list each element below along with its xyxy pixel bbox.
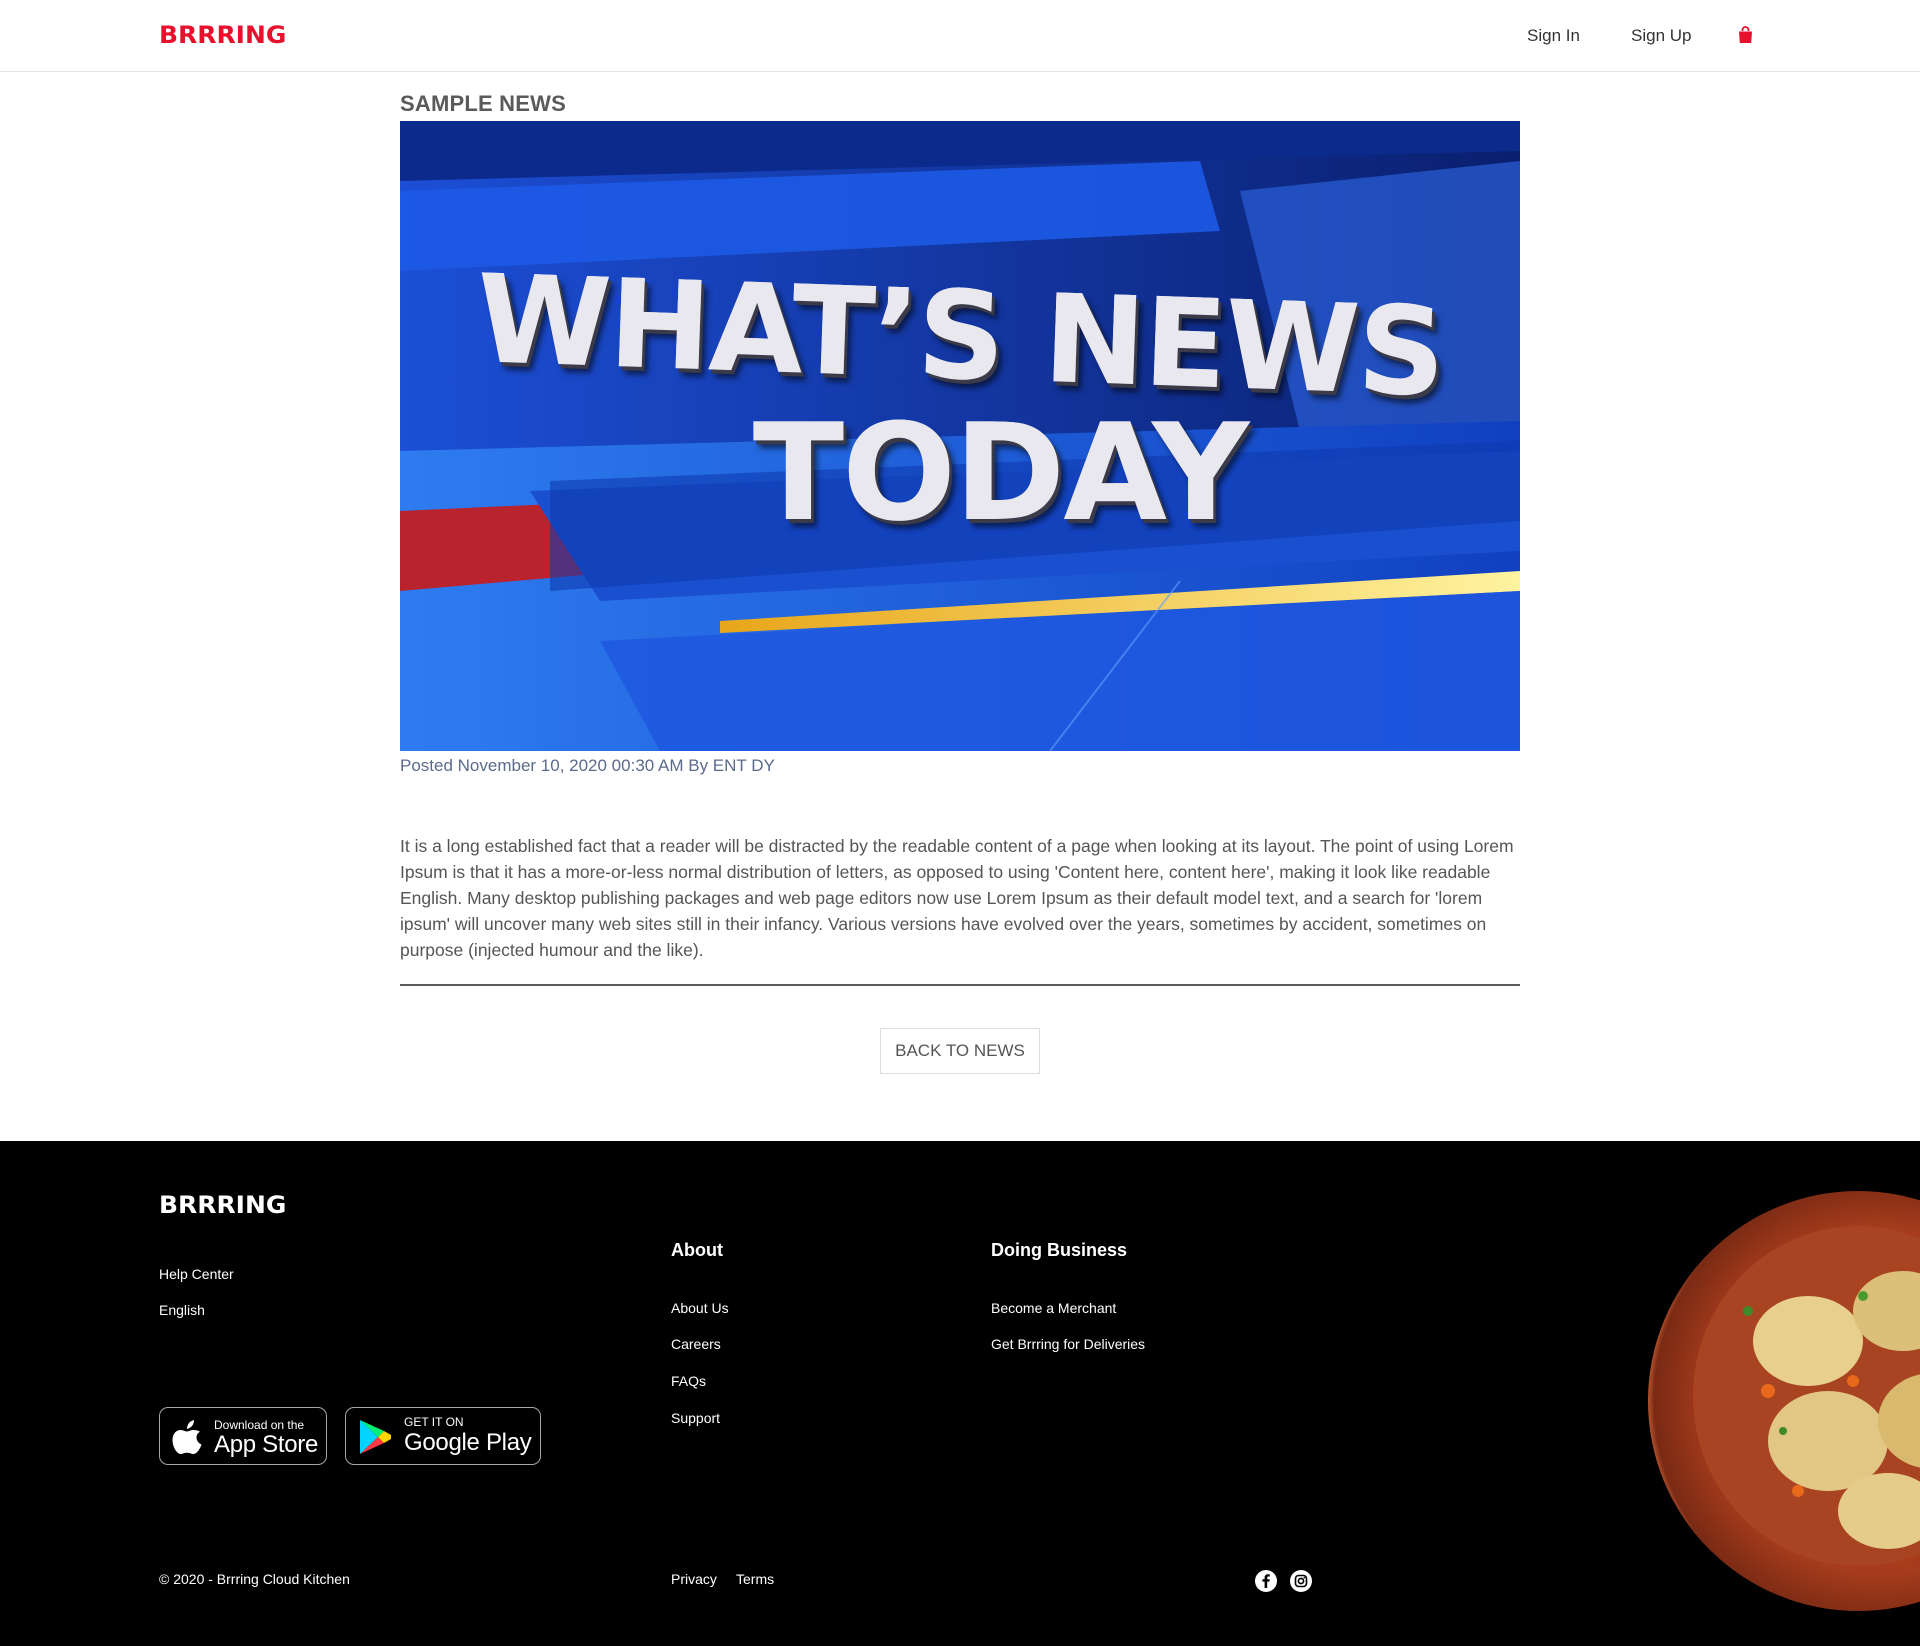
sign-up-link[interactable]: Sign Up <box>1631 26 1691 46</box>
google-play-icon <box>360 1420 391 1454</box>
instagram-icon[interactable] <box>1290 1570 1312 1592</box>
article-title: SAMPLE NEWS <box>400 91 566 116</box>
shopping-bag-icon[interactable] <box>1738 26 1753 44</box>
about-us-link[interactable]: About Us <box>671 1299 729 1317</box>
facebook-icon[interactable] <box>1255 1570 1277 1592</box>
terms-link[interactable]: Terms <box>736 1570 774 1588</box>
divider <box>400 984 1520 986</box>
doing-business-heading: Doing Business <box>991 1240 1128 1260</box>
brand-logo[interactable]: BRRRING <box>159 22 286 48</box>
post-meta: Posted November 10, 2020 00:30 AM By ENT… <box>400 756 775 775</box>
app-store-small-text: Download on the <box>214 1418 305 1432</box>
copyright-text: © 2020 - Brrring Cloud Kitchen <box>159 1571 350 1587</box>
google-play-small-text: GET IT ON <box>404 1415 464 1429</box>
facebook-glyph <box>1262 1574 1270 1588</box>
food-plate-image <box>1648 1191 1920 1611</box>
hero-image: WHAT’S NEWS TODAY <box>400 121 1520 751</box>
apple-icon <box>172 1420 202 1454</box>
deliveries-link[interactable]: Get Brrring for Deliveries <box>991 1335 1145 1353</box>
app-store-big-text: App Store <box>214 1431 319 1458</box>
food-illustration <box>1693 1226 1920 1566</box>
hero-headline-line2: TODAY <box>440 403 1520 543</box>
back-to-news-button[interactable]: BACK TO NEWS <box>880 1028 1040 1074</box>
google-play-badge[interactable]: GET IT ON Google Play <box>345 1407 541 1465</box>
site-header: BRRRING Sign In Sign Up <box>0 0 1920 72</box>
sign-in-link[interactable]: Sign In <box>1527 26 1580 46</box>
language-selector[interactable]: English <box>159 1301 205 1319</box>
become-merchant-link[interactable]: Become a Merchant <box>991 1299 1116 1317</box>
careers-link[interactable]: Careers <box>671 1335 721 1353</box>
footer-logo[interactable]: BRRRING <box>159 1192 286 1218</box>
faqs-link[interactable]: FAQs <box>671 1372 706 1390</box>
app-store-badge[interactable]: Download on the App Store <box>159 1407 327 1465</box>
about-heading: About <box>671 1240 723 1260</box>
help-center-link[interactable]: Help Center <box>159 1265 234 1283</box>
news-article: SAMPLE NEWS WHAT’S NEWS TODAY Posted Nov… <box>400 88 1520 1074</box>
instagram-glyph <box>1294 1574 1308 1588</box>
support-link[interactable]: Support <box>671 1409 720 1427</box>
google-play-big-text: Google Play <box>404 1429 532 1456</box>
back-button-wrapper: BACK TO NEWS <box>400 1028 1520 1074</box>
site-footer: BRRRING Help Center English About About … <box>0 1141 1920 1646</box>
article-body: It is a long established fact that a rea… <box>400 836 1514 960</box>
privacy-link[interactable]: Privacy <box>671 1570 717 1588</box>
